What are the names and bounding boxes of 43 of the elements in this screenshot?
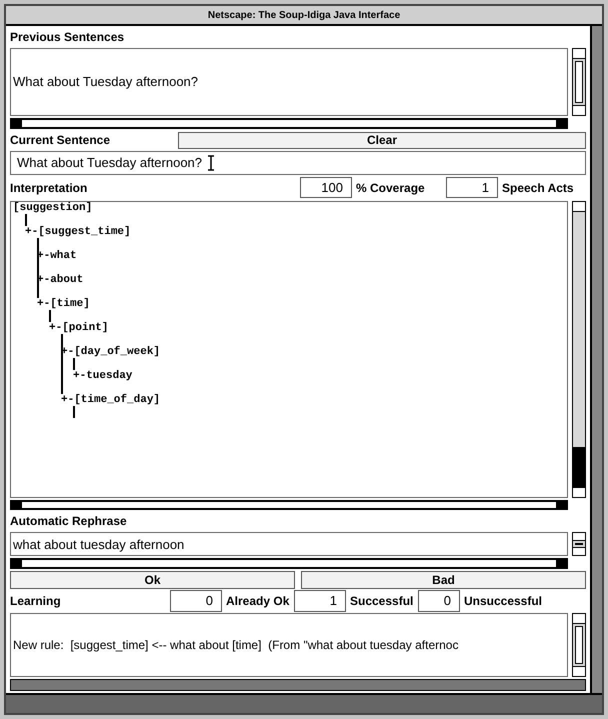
vertical-scrollbar[interactable] bbox=[572, 612, 586, 678]
count-label: Successful bbox=[350, 594, 414, 608]
tree-node-label[interactable]: +-tuesday bbox=[73, 370, 132, 382]
outer-scrollbar[interactable] bbox=[590, 26, 602, 693]
speech-acts-label: Speech Acts bbox=[502, 180, 574, 195]
log-text: New rule: [suggest_time] <-- what about [time] (From "what about tuesday afternoc bbox=[13, 636, 458, 654]
rephrase-field[interactable]: what about tuesday afternoon bbox=[10, 532, 568, 556]
text-cursor-icon bbox=[208, 154, 214, 171]
count-label: Unsuccessful bbox=[464, 594, 542, 608]
section-label: Interpretation bbox=[10, 180, 88, 195]
sentence-input[interactable]: What about Tuesday afternoon? bbox=[10, 151, 586, 175]
horizontal-scrollbar[interactable] bbox=[10, 558, 568, 570]
horizontal-scrollbar[interactable] bbox=[10, 118, 568, 130]
section-label: Automatic Rephrase bbox=[10, 513, 128, 530]
coverage-label: % Coverage bbox=[356, 180, 425, 195]
sentence-text: What about Tuesday afternoon? bbox=[13, 73, 200, 92]
count-value: 0 bbox=[418, 590, 460, 612]
tree-node-label[interactable]: +-[time] bbox=[37, 298, 90, 310]
tree-node-label[interactable]: [suggestion] bbox=[13, 202, 92, 214]
tree-node-label[interactable]: +-[suggest_time] bbox=[25, 226, 131, 238]
speech-acts-value: 1 bbox=[446, 176, 498, 198]
section-label: Learning bbox=[10, 594, 61, 608]
window-title: Netscape: The Soup-Idiga Java Interface bbox=[208, 8, 400, 22]
count-value: 0 bbox=[170, 590, 222, 612]
coverage-value: 100 bbox=[300, 176, 352, 198]
tree-node-label[interactable]: +-[day_of_week] bbox=[61, 346, 160, 358]
count-label: Already Ok bbox=[226, 594, 290, 608]
text-area[interactable]: What about Tuesday afternoon? bbox=[10, 48, 568, 116]
tree-node-label[interactable]: +-[time_of_day] bbox=[61, 394, 160, 406]
vertical-scrollbar[interactable] bbox=[572, 200, 586, 498]
tree-node-label[interactable]: +-what bbox=[37, 250, 77, 262]
section-label: Current Sentence bbox=[10, 133, 110, 148]
tree-node-label[interactable]: +-[point] bbox=[49, 322, 108, 334]
vertical-scrollbar[interactable] bbox=[572, 532, 586, 556]
feedback-button[interactable]: Ok bbox=[10, 571, 295, 589]
tree-node-label[interactable]: +-about bbox=[37, 274, 84, 286]
feedback-button[interactable]: Bad bbox=[301, 571, 586, 589]
section-label: Previous Sentences bbox=[10, 29, 126, 46]
vertical-scrollbar[interactable] bbox=[572, 48, 586, 116]
bottom-scrollbar[interactable] bbox=[10, 679, 586, 691]
clear-button[interactable]: Clear bbox=[178, 132, 586, 149]
count-value: 1 bbox=[294, 590, 346, 612]
horizontal-scrollbar[interactable] bbox=[10, 500, 568, 510]
